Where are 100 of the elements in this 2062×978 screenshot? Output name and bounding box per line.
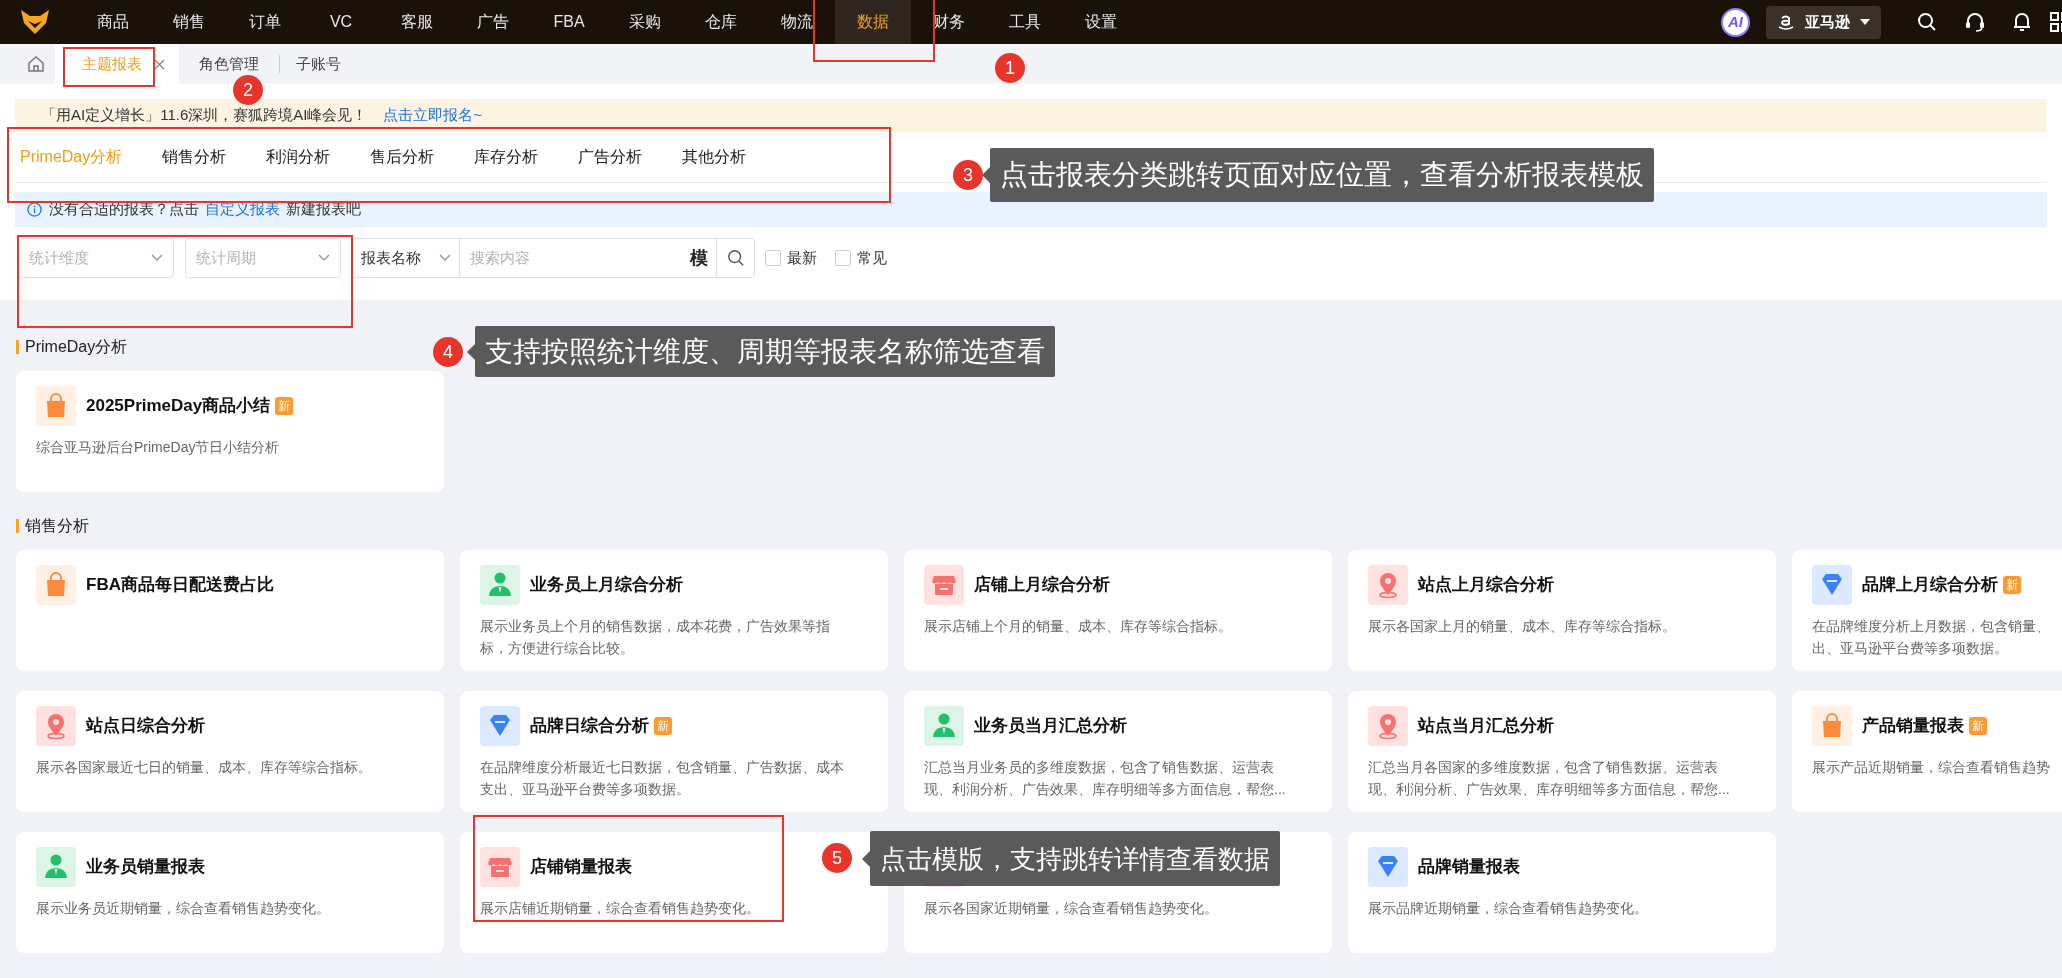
category-tab[interactable]: 广告分析 xyxy=(578,145,643,169)
nav-menu-item[interactable]: 设置 xyxy=(1063,0,1139,44)
hint-tooltip: 支持按照统计维度、周期等报表名称筛选查看 xyxy=(475,326,1055,377)
report-title: 品牌日综合分析 xyxy=(530,715,649,738)
report-title: 业务员销量报表 xyxy=(86,856,205,879)
new-badge: 新 xyxy=(654,717,672,735)
nav-menu-item[interactable]: 物流 xyxy=(759,0,835,44)
chevron-down-icon xyxy=(318,254,330,262)
category-tab[interactable]: 销售分析 xyxy=(162,145,227,169)
nav-menu-item[interactable]: 采购 xyxy=(607,0,683,44)
gem-icon xyxy=(480,706,520,746)
chevron-down-icon xyxy=(439,254,451,262)
person-icon xyxy=(36,847,76,887)
step-number: 4 xyxy=(433,337,463,367)
info-icon xyxy=(27,202,42,217)
nav-menu-item[interactable]: VC xyxy=(303,0,379,44)
signup-link[interactable]: 点击立即报名~ xyxy=(383,104,483,127)
location-pin-icon xyxy=(36,706,76,746)
report-card[interactable]: FBA商品每日配送费占比 xyxy=(16,550,444,671)
report-title: FBA商品每日配送费占比 xyxy=(86,574,274,597)
page-tab[interactable]: 子账号 xyxy=(296,52,341,76)
category-tab[interactable]: 其他分析 xyxy=(682,145,747,169)
nav-menu-item[interactable]: FBA xyxy=(531,0,607,44)
search-field-select[interactable]: 报表名称 xyxy=(352,239,460,277)
store-icon xyxy=(480,847,520,887)
new-badge: 新 xyxy=(2003,576,2021,594)
checkbox-label: 最新 xyxy=(787,247,817,268)
report-title: 站点当月汇总分析 xyxy=(1418,715,1554,738)
headset-icon[interactable] xyxy=(1964,11,1986,33)
page-tab[interactable]: 角色管理 xyxy=(199,52,259,76)
nav-menu-item[interactable]: 商品 xyxy=(75,0,151,44)
report-description: 展示店铺上个月的销量、成本、库存等综合指标。 xyxy=(924,617,1232,636)
report-description: 在品牌维度分析上月数据，包含销量、 xyxy=(1812,617,2050,636)
home-icon[interactable] xyxy=(27,55,45,73)
location-pin-icon xyxy=(1368,565,1408,605)
ai-assistant-button[interactable]: AI xyxy=(1721,7,1750,37)
fuzzy-search-toggle[interactable]: 模 xyxy=(686,239,712,277)
gem-icon xyxy=(1812,565,1852,605)
search-input[interactable]: 搜索内容 xyxy=(470,246,678,270)
nav-menu-item[interactable]: 工具 xyxy=(987,0,1063,44)
location-pin-icon xyxy=(1368,706,1408,746)
report-description: 展示业务员上个月的销售数据，成本花费，广告效果等指 xyxy=(480,617,830,636)
report-card[interactable]: 品牌日综合分析 新 在品牌维度分析最近七日数据，包含销量、广告数据、成本 支出、亚马逊平台费等多项数据。 xyxy=(460,691,888,812)
report-card[interactable]: 品牌销量报表 展示品牌近期销量，综合查看销售趋势变化。 xyxy=(1348,832,1776,953)
close-icon[interactable] xyxy=(154,58,165,70)
nav-menu-item[interactable]: 财务 xyxy=(911,0,987,44)
report-title: 店铺销量报表 xyxy=(530,856,632,879)
report-description: 综合亚马逊后台PrimeDay节日小结分析 xyxy=(36,438,280,457)
report-description: 出、亚马逊平台费等多项数据。 xyxy=(1812,639,2008,658)
checkbox-label: 常见 xyxy=(857,247,887,268)
fox-logo-icon[interactable] xyxy=(20,9,50,35)
nav-menu-item[interactable]: 订单 xyxy=(227,0,303,44)
report-description: 汇总当月各国家的多维度数据，包含了销售数据、运营表 xyxy=(1368,758,1718,777)
report-title: 站点上月综合分析 xyxy=(1418,574,1554,597)
report-card[interactable]: 品牌上月综合分析 新 在品牌维度分析上月数据，包含销量、 出、亚马逊平台费等多项数据。 xyxy=(1792,550,2062,671)
report-card[interactable]: 业务员当月汇总分析 汇总当月业务员的多维度数据，包含了销售数据、运营表 现、利润分析、广告效果、库存明细等多方面信息，帮您... xyxy=(904,691,1332,812)
store-selector[interactable]: 亚马逊 xyxy=(1766,5,1881,39)
report-card[interactable]: 业务员上月综合分析 展示业务员上个月的销售数据，成本花费，广告效果等指 标，方便进行综合比较。 xyxy=(460,550,888,671)
report-title: 品牌销量报表 xyxy=(1418,856,1520,879)
report-description: 现、利润分析、广告效果、库存明细等多方面信息，帮您... xyxy=(1368,780,1730,799)
report-card[interactable]: 站点日综合分析 展示各国家最近七日的销量、成本、库存等综合指标。 xyxy=(16,691,444,812)
category-tab[interactable]: 售后分析 xyxy=(370,145,435,169)
bag-icon xyxy=(36,386,76,426)
new-badge: 新 xyxy=(1969,717,1987,735)
report-title: 站点日综合分析 xyxy=(86,715,205,738)
checkbox[interactable] xyxy=(835,250,851,266)
bell-icon[interactable] xyxy=(2012,11,2032,33)
report-description: 展示品牌近期销量，综合查看销售趋势变化。 xyxy=(1368,899,1648,918)
nav-menu-item[interactable]: 广告 xyxy=(455,0,531,44)
nav-menu-item[interactable]: 仓库 xyxy=(683,0,759,44)
report-description: 展示业务员近期销量，综合查看销售趋势变化。 xyxy=(36,899,330,918)
hint-tooltip: 点击报表分类跳转页面对应位置，查看分析报表模板 xyxy=(990,148,1654,202)
bag-icon xyxy=(36,565,76,605)
report-description: 展示产品近期销量，综合查看销售趋势 xyxy=(1812,758,2050,777)
report-card[interactable]: 站点上月综合分析 展示各国家上月的销量、成本、库存等综合指标。 xyxy=(1348,550,1776,671)
report-card[interactable]: 产品销量报表 新 展示产品近期销量，综合查看销售趋势 xyxy=(1792,691,2062,812)
report-title: 品牌上月综合分析 xyxy=(1862,574,1998,597)
section-heading: PrimeDay分析 xyxy=(25,337,128,357)
report-card[interactable]: 站点当月汇总分析 汇总当月各国家的多维度数据，包含了销售数据、运营表 现、利润分析、广告效果、库存明细等多方面信息，帮您... xyxy=(1348,691,1776,812)
report-card[interactable]: 店铺上月综合分析 展示店铺上个月的销量、成本、库存等综合指标。 xyxy=(904,550,1332,671)
bag-icon xyxy=(1812,706,1852,746)
amazon-a-icon xyxy=(1777,13,1795,31)
nav-menu-item[interactable]: 销售 xyxy=(151,0,227,44)
nav-menu-item[interactable]: 客服 xyxy=(379,0,455,44)
report-title: 业务员上月综合分析 xyxy=(530,574,683,597)
category-tab[interactable]: 利润分析 xyxy=(266,145,331,169)
report-card[interactable]: 业务员销量报表 展示业务员近期销量，综合查看销售趋势变化。 xyxy=(16,832,444,953)
report-description: 展示各国家最近七日的销量、成本、库存等综合指标。 xyxy=(36,758,372,777)
report-description: 在品牌维度分析最近七日数据，包含销量、广告数据、成本 xyxy=(480,758,844,777)
caret-down-icon xyxy=(1860,19,1870,25)
nav-menu-item[interactable]: 数据 xyxy=(835,0,911,44)
report-description: 标，方便进行综合比较。 xyxy=(480,639,634,658)
checkbox[interactable] xyxy=(765,250,781,266)
person-icon xyxy=(924,706,964,746)
new-badge: 新 xyxy=(275,397,294,415)
report-description: 展示各国家近期销量，综合查看销售趋势变化。 xyxy=(924,899,1218,918)
report-card[interactable]: 2025PrimeDay商品小结 新 综合亚马逊后台PrimeDay节日小结分析 xyxy=(16,371,444,492)
search-icon[interactable] xyxy=(1917,12,1937,32)
person-icon xyxy=(480,565,520,605)
category-tab[interactable]: 库存分析 xyxy=(474,145,539,169)
